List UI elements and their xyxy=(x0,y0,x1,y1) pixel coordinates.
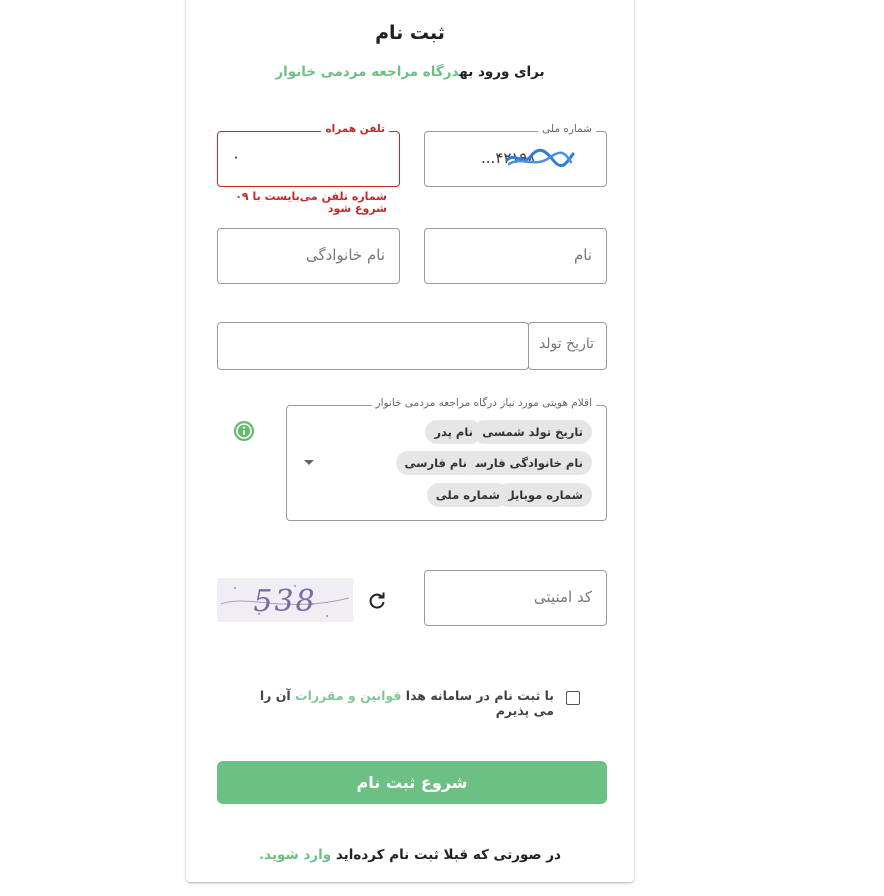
page-title: ثبت نام xyxy=(375,22,445,44)
login-prompt: در صورتی که قبلا ثبت نام کرده‌اید وارد ش… xyxy=(186,847,634,863)
subtitle-link[interactable]: درگاه مراجعه مردمی خانوار xyxy=(275,64,459,80)
mobile-field[interactable]: تلفن همراه ۰ xyxy=(217,123,400,187)
identity-items-label: اقلام هویتی مورد نیاز درگاه مراجعه مردمی… xyxy=(371,397,596,409)
info-icon[interactable] xyxy=(233,420,255,442)
refresh-icon[interactable] xyxy=(367,591,387,611)
terms-checkbox[interactable] xyxy=(566,691,580,705)
last-name-placeholder: نام خانوادگی xyxy=(305,246,385,264)
chip-mobile-number: شماره موبایل xyxy=(495,483,592,507)
birth-date-label-box: تاریخ تولد xyxy=(528,322,607,370)
mobile-value: ۰ xyxy=(232,148,241,166)
terms-link[interactable]: قوانین و مقررات xyxy=(295,688,401,703)
subtitle-prefix: برای ورود به xyxy=(459,64,545,80)
login-prompt-text: در صورتی که قبلا ثبت نام کرده‌اید xyxy=(335,847,561,863)
chip-birth-date: تاریخ تولد شمسی xyxy=(473,420,592,444)
last-name-field[interactable]: نام خانوادگی xyxy=(217,228,400,284)
first-name-placeholder: نام xyxy=(573,246,592,264)
chip-father-name: نام پدر xyxy=(425,420,482,444)
login-link[interactable]: وارد شوید. xyxy=(259,847,331,863)
birth-date-input[interactable] xyxy=(217,322,529,370)
page-subtitle: برای ورود بهدرگاه مراجعه مردمی خانوار xyxy=(186,64,634,80)
mobile-error-text: شماره تلفن می‌بایست با ۰۹ شروع شود xyxy=(235,190,387,215)
captcha-placeholder: کد امنیتی xyxy=(533,588,592,606)
captcha-text: 538 680 xyxy=(253,584,317,622)
caret-down-icon[interactable] xyxy=(303,459,315,467)
terms-prefix: با ثبت نام در سامانه هدا xyxy=(405,688,554,703)
captcha-image: 538 680 xyxy=(217,578,353,622)
first-name-field[interactable]: نام xyxy=(424,228,607,284)
national-id-field[interactable]: شماره ملی ۴۲۱۹۸... xyxy=(424,123,607,187)
start-registration-button[interactable]: شروع ثبت نام xyxy=(217,761,607,804)
scribble-redaction xyxy=(505,148,575,168)
chip-national-id: شماره ملی xyxy=(426,483,509,507)
national-id-label: شماره ملی xyxy=(538,123,596,135)
mobile-label: تلفن همراه xyxy=(321,123,389,135)
birth-date-label: تاریخ تولد xyxy=(538,336,594,352)
captcha-field[interactable]: کد امنیتی xyxy=(424,570,607,626)
identity-items-select[interactable]: اقلام هویتی مورد نیاز درگاه مراجعه مردمی… xyxy=(286,397,607,521)
chip-persian-first-name: نام فارسی xyxy=(395,451,476,475)
terms-text: با ثبت نام در سامانه هدا قوانین و مقررات… xyxy=(236,688,554,718)
